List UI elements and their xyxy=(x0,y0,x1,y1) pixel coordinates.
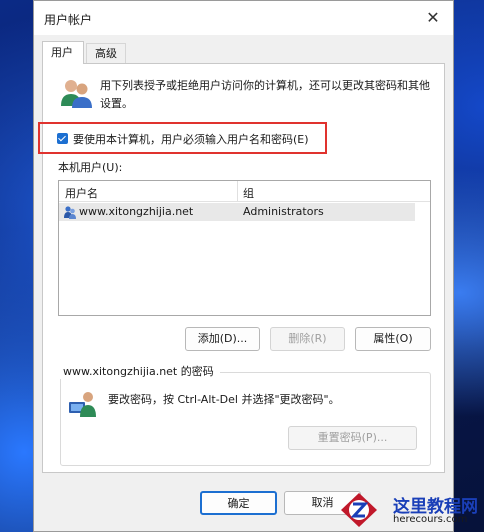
users-tab-panel: 用下列表授予或拒绝用户访问你的计算机，还可以更改其密码和其他设置。 要使用本计算… xyxy=(38,63,445,473)
title-bar: 用户帐户 ✕ xyxy=(34,1,453,35)
reset-password-button[interactable]: 重置密码(P)... xyxy=(288,426,417,450)
watermark-logo-icon xyxy=(341,493,377,527)
site-watermark: 这里教程网 herecours.com xyxy=(335,490,484,532)
user-icon xyxy=(64,206,76,219)
watermark-subtitle: herecours.com xyxy=(393,514,468,525)
ok-button[interactable]: 确定 xyxy=(200,491,277,515)
description-text: 用下列表授予或拒绝用户访问你的计算机，还可以更改其密码和其他设置。 xyxy=(100,79,430,110)
password-hint-text: 要改密码，按 Ctrl-Alt-Del 并选择"更改密码"。 xyxy=(108,393,340,406)
users-list[interactable]: 用户名 组 www.xitongzhijia.net Administrator… xyxy=(58,180,431,316)
require-password-checkbox[interactable] xyxy=(57,133,68,144)
password-group xyxy=(60,372,431,466)
users-icon xyxy=(61,80,92,108)
column-separator[interactable] xyxy=(237,181,238,201)
table-row[interactable]: www.xitongzhijia.net Administrators xyxy=(59,203,415,221)
password-group-title: www.xitongzhijia.net 的密码 xyxy=(57,363,220,379)
tab-advanced[interactable]: 高级 xyxy=(86,43,126,63)
tab-users[interactable]: 用户 xyxy=(42,41,84,64)
window-title: 用户帐户 xyxy=(44,13,93,27)
list-header: 用户名 组 xyxy=(59,181,430,202)
add-button[interactable]: 添加(D)... xyxy=(185,327,260,351)
require-password-label[interactable]: 要使用本计算机，用户必须输入用户名和密码(E) xyxy=(73,131,309,147)
close-icon[interactable]: ✕ xyxy=(419,5,447,31)
column-header-username[interactable]: 用户名 xyxy=(65,185,98,201)
local-users-label: 本机用户(U): xyxy=(58,161,123,174)
user-accounts-dialog: 用户帐户 ✕ 用户 高级 用下列表授予或拒绝用户访问你的计算机，还可以更改其密码… xyxy=(33,0,454,532)
row-username: www.xitongzhijia.net xyxy=(79,205,194,218)
properties-button[interactable]: 属性(O) xyxy=(355,327,431,351)
column-header-group[interactable]: 组 xyxy=(243,185,254,201)
remove-button[interactable]: 删除(R) xyxy=(270,327,345,351)
row-group: Administrators xyxy=(243,205,324,218)
user-password-icon xyxy=(69,392,96,417)
